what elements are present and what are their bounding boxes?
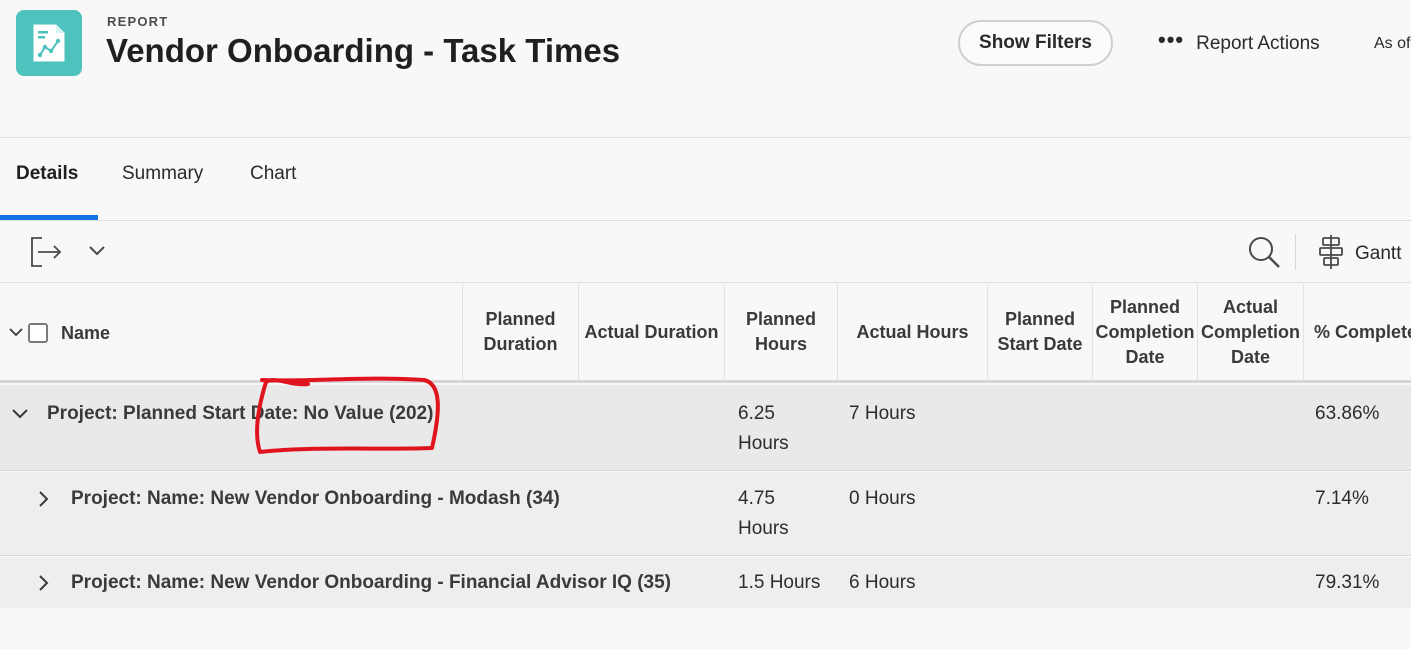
actual-hours-value: 7 Hours <box>849 403 916 424</box>
active-tab-indicator <box>0 215 98 220</box>
table-row-group[interactable]: Project: Planned Start Date: No Value (2… <box>0 385 1411 471</box>
actual-hours-value: 6 Hours <box>849 572 916 593</box>
percent-complete-value: 7.14% <box>1315 488 1369 509</box>
column-header-actual-completion-date[interactable]: Actual Completion Date <box>1197 284 1303 380</box>
column-header-planned-completion-date[interactable]: Planned Completion Date <box>1092 284 1197 380</box>
more-icon: ••• <box>1158 27 1185 52</box>
planned-hours-value: 4.75 Hours <box>738 488 789 539</box>
table-header: Name Planned Duration Actual Duration Pl… <box>0 284 1411 383</box>
column-header-planned-duration[interactable]: Planned Duration <box>462 284 578 380</box>
column-header-actual-hours[interactable]: Actual Hours <box>837 284 987 380</box>
chevron-right-icon[interactable] <box>37 574 51 597</box>
column-name-label: Name <box>61 323 111 343</box>
export-icon[interactable] <box>30 236 64 273</box>
search-icon[interactable] <box>1246 234 1282 275</box>
red-circle-annotation <box>255 376 440 454</box>
column-header-name[interactable]: Name <box>0 284 462 380</box>
tab-chart[interactable]: Chart <box>250 163 296 185</box>
table-toolbar: Gantt <box>0 222 1411 283</box>
actual-hours-value: 0 Hours <box>849 488 916 509</box>
chevron-down-icon[interactable] <box>11 407 29 426</box>
report-icon <box>16 10 82 76</box>
planned-hours-value: 1.5 Hours <box>738 572 821 593</box>
toolbar-divider <box>1295 234 1296 270</box>
report-actions-label: Report Actions <box>1196 33 1320 54</box>
column-header-actual-duration[interactable]: Actual Duration <box>578 284 724 380</box>
select-all-checkbox[interactable] <box>28 323 48 343</box>
group-label: Project: Name: New Vendor Onboarding - F… <box>71 572 672 593</box>
report-header: REPORT Vendor Onboarding - Task Times Sh… <box>0 0 1411 138</box>
report-actions-button[interactable]: ••• Report Actions <box>1158 27 1320 58</box>
page-title: Vendor Onboarding - Task Times <box>106 32 621 69</box>
as-of-label: As of <box>1374 35 1411 52</box>
table-row-group[interactable]: Project: Name: New Vendor Onboarding - F… <box>0 557 1411 608</box>
column-header-planned-hours[interactable]: Planned Hours <box>724 284 837 380</box>
column-header-percent-complete[interactable]: % Complete <box>1303 284 1411 380</box>
show-filters-button[interactable]: Show Filters <box>958 20 1113 66</box>
tab-details[interactable]: Details <box>16 163 78 185</box>
collapse-all-icon[interactable] <box>8 320 24 345</box>
tab-summary[interactable]: Summary <box>122 163 203 185</box>
report-tabs: Details Summary Chart <box>0 139 1411 221</box>
percent-complete-value: 63.86% <box>1315 403 1380 424</box>
gantt-button-label[interactable]: Gantt <box>1355 243 1401 265</box>
gantt-icon[interactable] <box>1318 234 1344 275</box>
planned-hours-value: 6.25 Hours <box>738 403 789 454</box>
table-row-group[interactable]: Project: Name: New Vendor Onboarding - M… <box>0 472 1411 556</box>
column-header-planned-start-date[interactable]: Planned Start Date <box>987 284 1092 380</box>
report-type-label: REPORT <box>107 14 169 29</box>
percent-complete-value: 79.31% <box>1315 572 1380 593</box>
chevron-right-icon[interactable] <box>37 490 51 513</box>
group-label: Project: Name: New Vendor Onboarding - M… <box>71 488 560 509</box>
chevron-down-icon[interactable] <box>88 244 106 263</box>
